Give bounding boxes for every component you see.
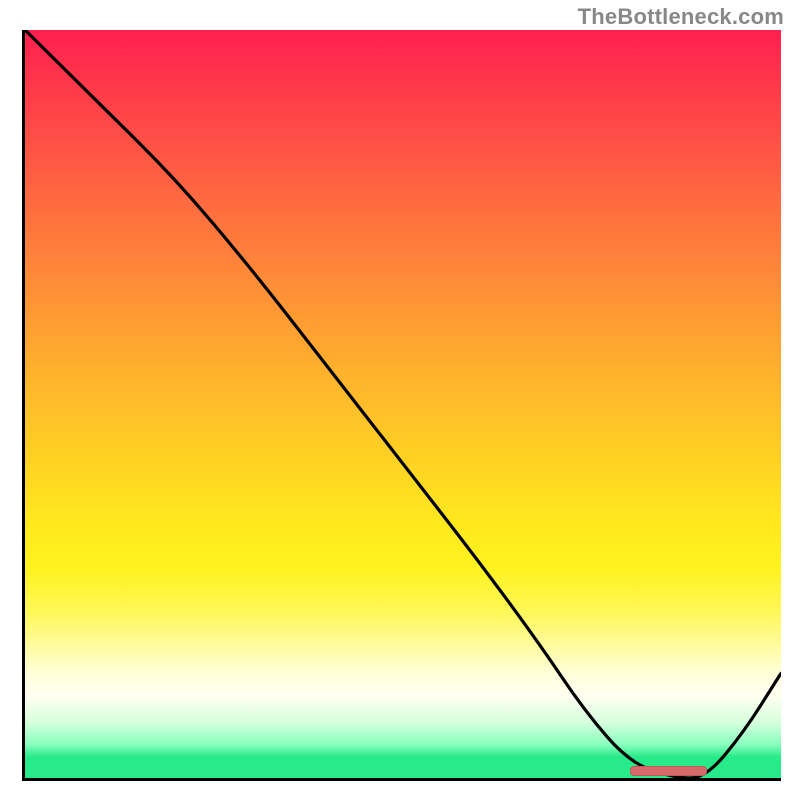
- bottleneck-curve: [25, 30, 781, 778]
- optimal-range-marker: [630, 766, 708, 776]
- chart-container: TheBottleneck.com: [0, 0, 800, 800]
- curve-path: [25, 30, 781, 778]
- plot-area: [22, 30, 781, 781]
- watermark-text: TheBottleneck.com: [578, 4, 784, 30]
